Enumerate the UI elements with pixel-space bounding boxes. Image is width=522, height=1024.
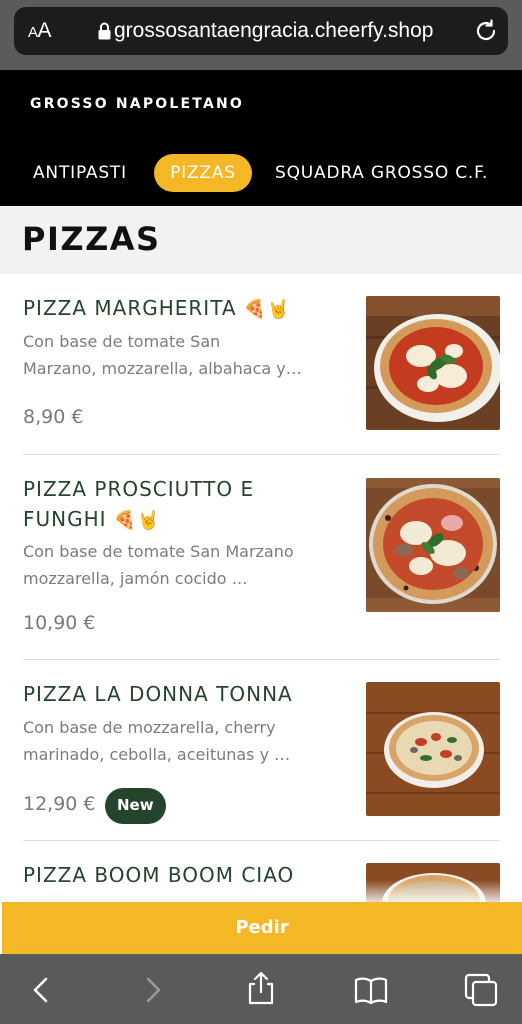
product-name: PIZZA PROSCIUTTO E FUNGHI 🍕🤘: [23, 477, 255, 531]
product-name: PIZZA MARGHERITA 🍕🤘: [23, 296, 291, 320]
pizza-rock-emoji-icon: 🍕🤘: [243, 299, 291, 320]
product-description: Con base de tomate San Marzano, mozzarel…: [23, 332, 302, 378]
share-icon[interactable]: [243, 970, 279, 1006]
tab-pizzas[interactable]: PIZZAS: [154, 154, 252, 192]
product-card-margherita[interactable]: PIZZA MARGHERITA 🍕🤘 Con base de tomate S…: [0, 274, 522, 454]
address-bar[interactable]: AA grossosantaengracia.cheerfy.shop: [14, 7, 508, 55]
url-text[interactable]: grossosantaengracia.cheerfy.shop: [114, 19, 464, 43]
text-size-icon[interactable]: AA: [28, 19, 52, 43]
pizza-rock-emoji-icon: 🍕🤘: [113, 510, 161, 531]
tab-antipasti[interactable]: ANTIPASTI: [33, 154, 127, 192]
new-badge: New: [105, 788, 166, 824]
product-card-la-donna-tonna[interactable]: PIZZA LA DONNA TONNA Con base de mozzare…: [0, 660, 522, 840]
lock-icon: [98, 22, 111, 40]
back-icon[interactable]: [24, 972, 60, 1008]
section-title: PIZZAS: [22, 220, 161, 258]
product-price: 8,90 €: [23, 406, 84, 428]
order-button[interactable]: Pedir: [2, 902, 522, 954]
section-header: PIZZAS: [0, 206, 522, 274]
product-price: 10,90 €: [23, 612, 96, 634]
product-card-prosciutto-funghi[interactable]: PIZZA PROSCIUTTO E FUNGHI 🍕🤘 Con base de…: [0, 455, 522, 659]
pizza-photo: [366, 682, 500, 816]
forward-icon[interactable]: [134, 972, 170, 1008]
reload-icon[interactable]: [472, 17, 500, 45]
product-price: 12,90 €: [23, 793, 96, 815]
product-description: Con base de mozzarella, cherry marinado,…: [23, 718, 291, 764]
pizza-photo: [366, 478, 500, 612]
list-fade: [0, 880, 522, 904]
tabs-icon[interactable]: [463, 972, 499, 1008]
product-description: Con base de tomate San Marzano mozzarell…: [23, 542, 294, 588]
browser-bottom-toolbar: [0, 954, 522, 1024]
brand-logo-text[interactable]: GROSSO NAPOLETANO: [30, 96, 244, 112]
tab-squadra-grosso[interactable]: SQUADRA GROSSO C.F.: [275, 154, 515, 192]
site-header: GROSSO NAPOLETANO ANTIPASTI PIZZAS SQUAD…: [0, 70, 522, 206]
category-tabs: ANTIPASTI PIZZAS SQUADRA GROSSO C.F.: [0, 154, 522, 192]
browser-top-bar: AA grossosantaengracia.cheerfy.shop: [0, 0, 522, 70]
bookmarks-icon[interactable]: [353, 972, 389, 1008]
product-name: PIZZA LA DONNA TONNA: [23, 682, 293, 706]
pizza-photo: [366, 296, 500, 430]
